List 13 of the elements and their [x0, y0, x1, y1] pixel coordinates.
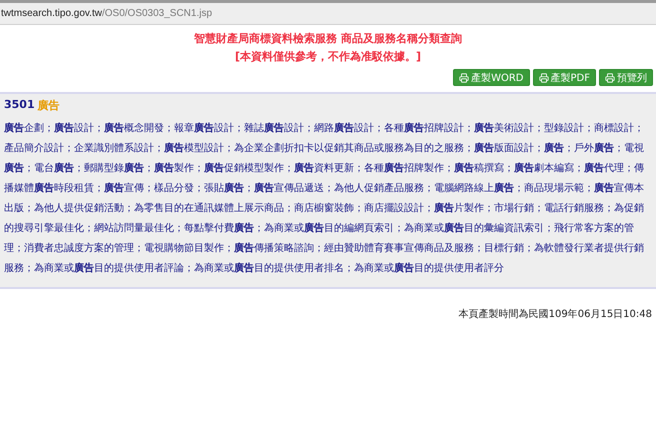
printer-icon [459, 72, 470, 82]
address-bar[interactable]: twtmsearch.tipo.gov.tw/OS0/OS0303_SCN1.jsp [0, 0, 656, 25]
printer-icon [605, 72, 615, 82]
printer-icon [538, 72, 549, 82]
export-button[interactable]: 產製WORD [453, 69, 530, 86]
class-name: 廣告 [38, 98, 60, 113]
goods-services-list: 廣告企劃；廣告設計；廣告概念開發；報章廣告設計；雜誌廣告設計；網路廣告設計；各種廣告招牌設計；廣告美術設計；型錄設計；商標設計；產品簡介設計；企業識別體系設計；廣告模型設計；為企業企劃折扣卡以促銷其商品或服務為目的之服務；廣告版面設計；廣告；戶外廣告；電視廣告；電台廣告；郵購型錄廣告；廣告製作；廣告促銷模型製作；廣告資料更新；各種廣告招牌製作；廣告稿撰寫；廣告劇本編寫；廣告代理；傳播媒體廣告時段租賃；廣告宣傳；樣品分發；張貼廣告；廣告宣傳品遞送；為他人促銷產品服務；電腦網路線上廣告；商品現場示範；廣告宣傳本出版；為他人提供促銷活動；為零售目的在通訊媒體上展示商品；商店櫥窗裝飾；商店擺設設計；廣告片製作；市場行銷；電話行銷服務；為促銷的搜尋引擎最佳化；網站訪問量最佳化；每點擊付費廣告；為商業或廣告目的編網頁索引；為商業或廣告目的彙編資訊索引；飛行常客方案的管理；消費者忠誠度方案的管理；電視購物節目製作；廣告傳播策略諮詢；經由贊助體育賽事宣傳商品及服務；目標行銷；為軟體發行業者提供行銷服務；為商業或廣告目的提供使用者評論；為商業或廣告目的提供使用者排名；為商業或廣告目的提供使用者評分 [4, 119, 652, 279]
page-title: 智慧財產局商標資料檢索服務 商品及服務名稱分類查詢 [194, 31, 462, 46]
disclaimer-text: [本資料僅供參考，不作為准駁依據。] [234, 49, 422, 64]
class-code: 3501 [4, 98, 35, 113]
export-button[interactable]: 產製PDF [532, 69, 596, 86]
generated-time: 本頁產製時間為民國109年06月15日10:48 [458, 309, 652, 320]
export-button[interactable]: 預覽列 [599, 69, 653, 86]
